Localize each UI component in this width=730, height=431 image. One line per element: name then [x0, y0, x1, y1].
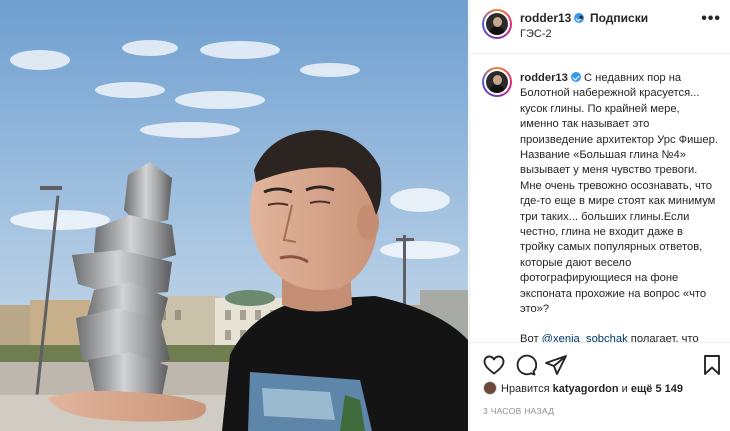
username-link[interactable]: rodder13	[520, 11, 585, 25]
liker-username[interactable]: katyagordon	[553, 383, 619, 395]
avatar[interactable]	[482, 9, 512, 39]
comment-icon[interactable]	[513, 353, 537, 377]
location-link[interactable]: ГЭС-2	[520, 28, 552, 40]
likes-summary[interactable]: Нравится katyagordon и ещё 5 149	[483, 381, 683, 395]
liker-avatar	[483, 381, 497, 395]
caption-text-2-prefix: Вот	[520, 332, 542, 343]
bookmark-icon[interactable]	[700, 353, 724, 377]
post-header: rodder13 • Подписки ГЭС-2 •••	[470, 0, 730, 54]
share-icon[interactable]	[544, 353, 568, 377]
post-photo[interactable]	[0, 0, 468, 431]
mention-link[interactable]: @xenia_sobchak	[542, 333, 628, 343]
more-options-icon[interactable]: •••	[701, 10, 721, 28]
likes-prefix: Нравится	[501, 383, 553, 395]
post-timestamp[interactable]: 3 ЧАСОВ НАЗАД	[483, 406, 554, 416]
caption-avatar[interactable]	[482, 67, 512, 97]
verified-badge-icon	[570, 72, 581, 82]
likes-middle: и	[618, 383, 631, 395]
post-image	[0, 0, 468, 431]
comments-section[interactable]: rodder13 С недавних пор на Болотной набе…	[470, 55, 730, 342]
post-caption: rodder13 С недавних пор на Болотной набе…	[520, 71, 720, 342]
heart-icon[interactable]	[482, 353, 506, 377]
caption-username-link[interactable]: rodder13	[520, 72, 581, 84]
post-sidebar: rodder13 • Подписки ГЭС-2 ••• rodder13 С…	[469, 0, 730, 431]
post-actions: Нравится katyagordon и ещё 5 149 3 ЧАСОВ…	[470, 342, 730, 431]
separator-dot: •	[579, 10, 584, 24]
likes-count[interactable]: ещё 5 149	[631, 383, 683, 395]
following-button[interactable]: Подписки	[590, 11, 648, 25]
caption-text: С недавних пор на Болотной набережной кр…	[520, 72, 718, 316]
